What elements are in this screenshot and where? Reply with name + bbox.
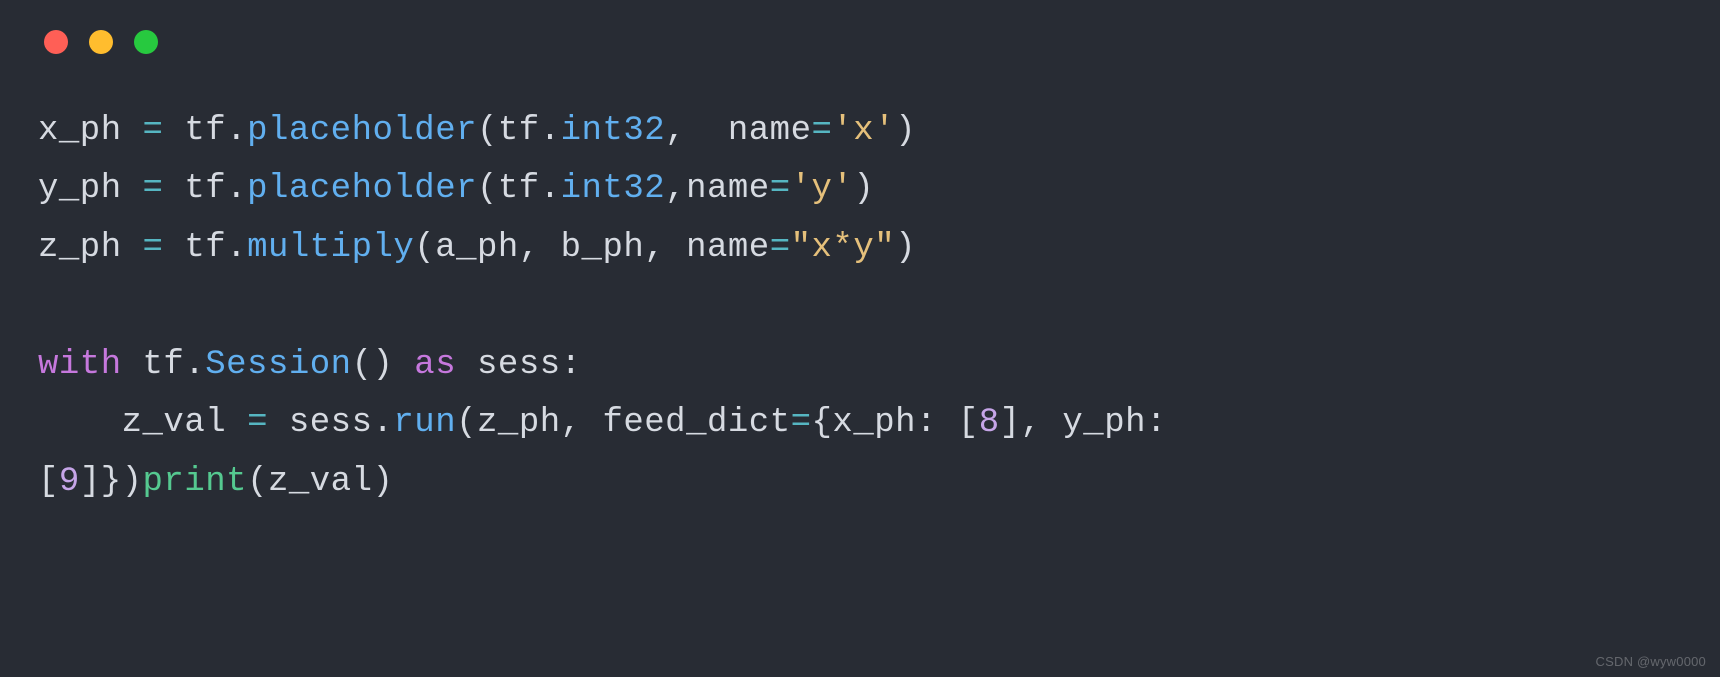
code-token: name — [686, 170, 770, 208]
code-token: ) — [853, 170, 874, 208]
code-token: tf — [143, 346, 185, 384]
code-token: 'y' — [791, 170, 854, 208]
code-token: ( — [456, 404, 477, 442]
code-token: multiply — [247, 229, 414, 267]
code-token: ) — [895, 112, 916, 150]
code-token: { — [812, 404, 833, 442]
code-token: : — [1146, 404, 1167, 442]
code-token: ( — [414, 229, 435, 267]
code-token: ) — [895, 229, 916, 267]
code-token — [582, 404, 603, 442]
code-token: : — [561, 346, 582, 384]
code-token: . — [226, 112, 247, 150]
code-token: , — [561, 404, 582, 442]
code-token: 9 — [59, 463, 80, 501]
code-token: , — [1021, 404, 1042, 442]
code-token: [ — [38, 463, 59, 501]
code-token: ( — [477, 112, 498, 150]
code-token: name — [686, 229, 770, 267]
code-token: = — [143, 170, 164, 208]
code-token: 8 — [979, 404, 1000, 442]
code-token: [ — [958, 404, 979, 442]
code-token: z_ph — [477, 404, 561, 442]
code-token: = — [247, 404, 268, 442]
code-token: ) — [122, 463, 143, 501]
code-token: z_ph — [38, 229, 122, 267]
code-token: placeholder — [247, 170, 477, 208]
code-token: sess — [289, 404, 373, 442]
minimize-icon — [89, 30, 113, 54]
code-token: ) — [373, 463, 394, 501]
code-token: , — [519, 229, 540, 267]
code-token — [122, 346, 143, 384]
code-token — [268, 404, 289, 442]
code-token: tf — [184, 112, 226, 150]
code-block: x_ph = tf.placeholder(tf.int32, name='x'… — [38, 102, 1682, 511]
code-token — [456, 346, 477, 384]
code-token: z_val — [122, 404, 227, 442]
code-token: int32 — [561, 112, 666, 150]
code-token: = — [143, 229, 164, 267]
code-token: = — [143, 112, 164, 150]
code-token: x_ph — [38, 112, 122, 150]
code-token — [937, 404, 958, 442]
window-traffic-lights — [44, 30, 1682, 54]
code-token: y_ph — [1062, 404, 1146, 442]
code-token — [540, 229, 561, 267]
code-token: int32 — [561, 170, 666, 208]
watermark-text: CSDN @wyw0000 — [1596, 654, 1706, 669]
code-token — [686, 112, 728, 150]
code-token: , — [665, 170, 686, 208]
code-token: 'x' — [832, 112, 895, 150]
close-icon — [44, 30, 68, 54]
maximize-icon — [134, 30, 158, 54]
code-token: feed_dict — [602, 404, 790, 442]
code-token: . — [373, 404, 394, 442]
code-token: name — [728, 112, 812, 150]
code-token: y_ph — [38, 170, 122, 208]
code-token: ( — [352, 346, 373, 384]
code-token: tf — [498, 170, 540, 208]
code-token: with — [38, 346, 122, 384]
code-token: . — [540, 170, 561, 208]
code-token: b_ph — [561, 229, 645, 267]
code-token: ] — [80, 463, 101, 501]
code-token: . — [184, 346, 205, 384]
code-token — [38, 404, 122, 442]
code-token: tf — [498, 112, 540, 150]
code-token — [1167, 404, 1188, 442]
code-token: = — [770, 170, 791, 208]
code-token: = — [791, 404, 812, 442]
code-token: placeholder — [247, 112, 477, 150]
code-token: run — [393, 404, 456, 442]
code-token — [226, 404, 247, 442]
code-token: x_ph — [832, 404, 916, 442]
code-token: z_val — [268, 463, 373, 501]
code-token: ( — [477, 170, 498, 208]
code-token: as — [414, 346, 456, 384]
code-token — [393, 346, 414, 384]
code-token: : — [916, 404, 937, 442]
code-token: } — [101, 463, 122, 501]
code-token: = — [770, 229, 791, 267]
code-token: sess — [477, 346, 561, 384]
code-token: Session — [205, 346, 351, 384]
code-token: . — [226, 229, 247, 267]
code-token — [665, 229, 686, 267]
code-token: tf — [184, 170, 226, 208]
code-token: . — [226, 170, 247, 208]
code-token: ( — [247, 463, 268, 501]
code-token: "x*y" — [791, 229, 896, 267]
code-token: a_ph — [435, 229, 519, 267]
code-token — [1041, 404, 1062, 442]
code-window: x_ph = tf.placeholder(tf.int32, name='x'… — [0, 0, 1720, 677]
code-token: , — [644, 229, 665, 267]
code-token: , — [665, 112, 686, 150]
code-token: = — [812, 112, 833, 150]
code-token: print — [143, 463, 248, 501]
code-token: ] — [1000, 404, 1021, 442]
code-token: . — [540, 112, 561, 150]
code-token: ) — [372, 346, 393, 384]
code-token: tf — [184, 229, 226, 267]
